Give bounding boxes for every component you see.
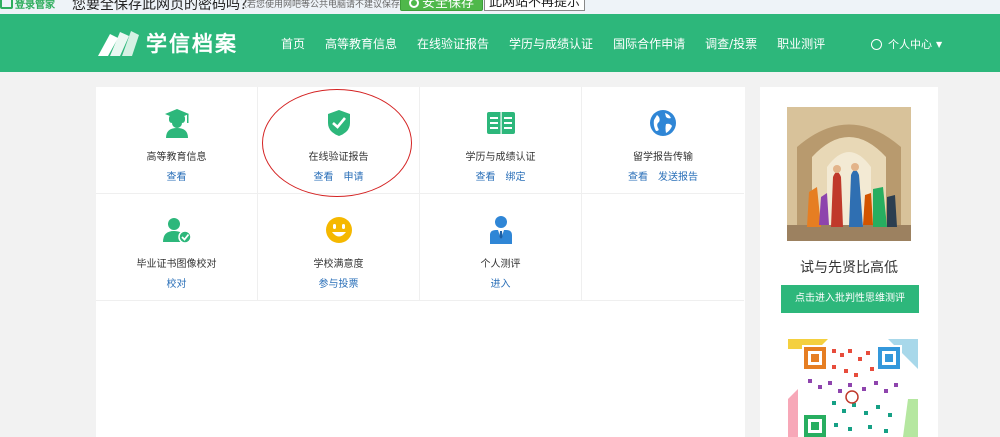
services-panel: 高等教育信息 查看 在线验证报告 查看 申请 学历与成绩认证 查看 绑定 留学报… (96, 87, 745, 437)
save-password-question: 您要全保存此网页的密码吗？ (72, 0, 254, 13)
service-degree-certification: 学历与成绩认证 查看 绑定 (420, 87, 582, 194)
safe-save-button[interactable]: 安全保存 (400, 0, 484, 11)
view-link[interactable]: 查看 (314, 172, 334, 183)
service-school-satisfaction: 学校满意度 参与投票 (258, 194, 420, 301)
bind-link[interactable]: 绑定 (506, 172, 526, 183)
nav-higher-education[interactable]: 高等教育信息 (325, 35, 397, 52)
vote-link[interactable]: 参与投票 (319, 279, 359, 290)
main-nav: 首页 高等教育信息 在线验证报告 学历与成绩认证 国际合作申请 调查/投票 职业… (281, 14, 845, 72)
school-of-athens-image[interactable] (787, 107, 911, 241)
service-title: 高等教育信息 (146, 152, 207, 163)
login-manager-tag: 登录管家 (0, 0, 55, 11)
smiley-icon (323, 214, 355, 246)
save-password-hint: （若您使用网吧等公共电脑请不建议保存） (238, 0, 410, 10)
book-logo-icon (98, 31, 139, 56)
globe-icon (647, 107, 679, 139)
site-logo[interactable]: 学信档案 (96, 28, 238, 58)
graduate-icon (161, 107, 193, 139)
shield-check-icon (323, 107, 355, 139)
view-link[interactable]: 查看 (167, 172, 187, 183)
view-link[interactable]: 查看 (476, 172, 496, 183)
user-check-icon (161, 214, 193, 246)
user-icon (871, 38, 882, 50)
enter-link[interactable]: 进入 (491, 279, 511, 290)
nav-survey-vote[interactable]: 调查/投票 (705, 35, 757, 52)
site-header: 学信档案 首页 高等教育信息 在线验证报告 学历与成绩认证 国际合作申请 调查/… (0, 14, 1000, 72)
view-link[interactable]: 查看 (628, 172, 648, 183)
nav-career-test[interactable]: 职业测评 (777, 35, 825, 52)
service-personal-assessment: 个人测评 进入 (420, 194, 582, 301)
service-title: 在线验证报告 (308, 152, 369, 163)
logo-text: 学信档案 (146, 32, 238, 56)
user-center-menu[interactable]: 个人中心 ▼ (871, 36, 942, 52)
qr-code-image (788, 339, 918, 437)
book-icon (485, 107, 517, 139)
nav-home[interactable]: 首页 (281, 35, 305, 52)
never-prompt-button[interactable]: 此网站不再提示 (484, 0, 586, 11)
password-save-bar: 登录管家 您要全保存此网页的密码吗？ （若您使用网吧等公共电脑请不建议保存） 安… (0, 0, 1000, 14)
empty-cell (582, 194, 744, 301)
service-title: 学校满意度 (313, 259, 364, 270)
send-report-link[interactable]: 发送报告 (658, 172, 698, 183)
service-title: 毕业证书图像校对 (136, 259, 217, 270)
person-tie-icon (485, 214, 517, 246)
service-title: 留学报告传输 (633, 152, 693, 163)
safe-save-label: 安全保存 (422, 0, 475, 11)
nav-degree-certification[interactable]: 学历与成绩认证 (509, 35, 593, 52)
service-online-verification: 在线验证报告 查看 申请 (258, 87, 420, 194)
service-diploma-proofread: 毕业证书图像校对 校对 (96, 194, 258, 301)
chevron-down-icon: ▼ (936, 39, 943, 49)
service-higher-education: 高等教育信息 查看 (96, 87, 258, 194)
user-center-label: 个人中心 (888, 38, 932, 51)
service-title: 个人测评 (480, 259, 521, 270)
nav-online-verification[interactable]: 在线验证报告 (417, 35, 489, 52)
service-study-abroad-report: 留学报告传输 查看 发送报告 (582, 87, 744, 194)
sidebar-title: 试与先贤比高低 (800, 260, 898, 276)
apply-link[interactable]: 申请 (344, 172, 364, 183)
critical-thinking-test-button[interactable]: 点击进入批判性思维测评 (781, 285, 919, 313)
key-icon (409, 0, 419, 8)
sidebar-panel: 试与先贤比高低 点击进入批判性思维测评 (760, 87, 938, 437)
service-title: 学历与成绩认证 (465, 152, 536, 163)
proofread-link[interactable]: 校对 (167, 279, 187, 290)
nav-international[interactable]: 国际合作申请 (613, 35, 685, 52)
